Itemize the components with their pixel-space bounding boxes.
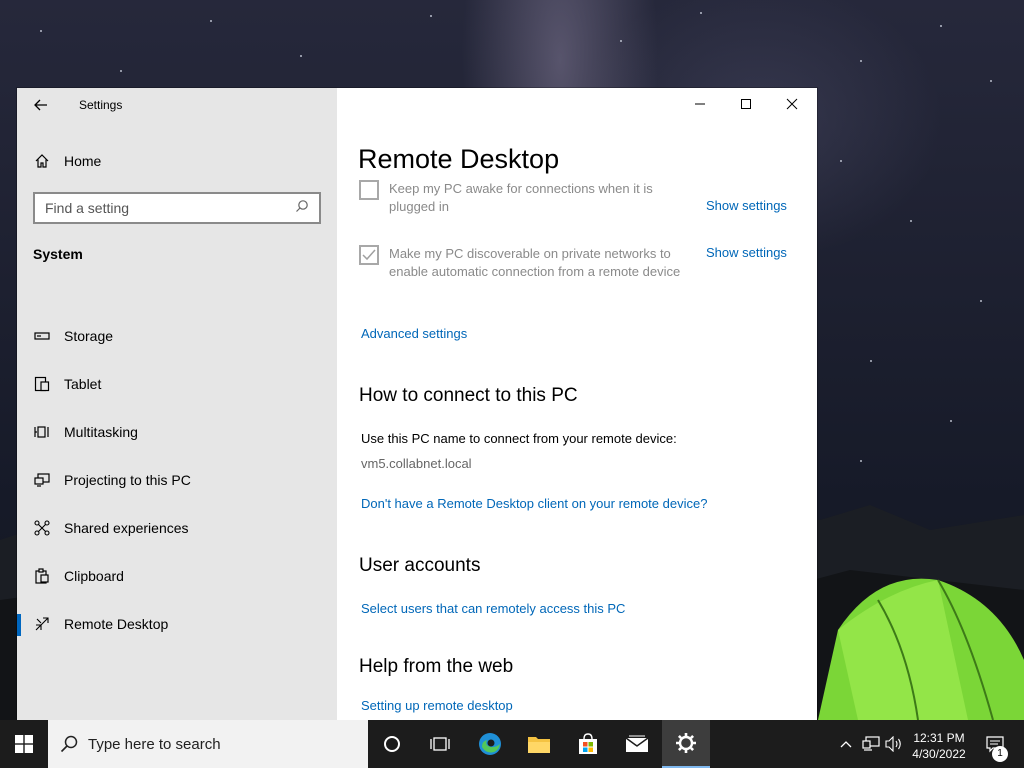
search-input[interactable] [45,200,295,216]
file-explorer-button[interactable] [515,720,563,768]
tablet-icon [33,375,51,393]
sidebar-item-label: Projecting to this PC [64,472,191,488]
connect-heading: How to connect to this PC [359,385,578,406]
pc-name: vm5.collabnet.local [361,456,472,471]
help-heading: Help from the web [359,656,514,677]
sidebar-item-clipboard[interactable]: Clipboard [17,552,337,600]
home-icon [33,152,51,170]
setting-description: Make my PC discoverable on private netwo… [389,246,681,279]
system-clock[interactable]: 12:31 PM 4/30/2022 [905,730,973,762]
back-arrow-icon [34,99,47,111]
connect-instruction: Use this PC name to connect from your re… [361,431,677,446]
clock-time: 12:31 PM [913,731,965,745]
minimize-icon [695,103,705,105]
sidebar-item-label: Storage [64,328,114,344]
advanced-settings-link[interactable]: Advanced settings [361,326,467,341]
sidebar-item-label: Home [64,153,102,169]
tent-image [818,578,1024,720]
page-title: Remote Desktop [358,144,560,174]
show-settings-link-1[interactable]: Show settings [706,198,787,213]
keep-awake-checkbox[interactable] [359,180,379,200]
settings-taskbar-button[interactable] [662,720,710,768]
mail-button[interactable] [613,720,661,768]
sidebar-item-tablet[interactable]: Tablet [17,360,337,408]
shared-experiences-icon [33,519,51,537]
folder-icon [528,737,550,753]
show-settings-link-2[interactable]: Show settings [706,245,787,260]
multitasking-icon [33,423,51,441]
task-view-icon [430,737,450,751]
storage-icon [33,327,51,345]
cortana-button[interactable] [368,720,416,768]
clock-date: 4/30/2022 [912,747,966,761]
windows-logo-icon [15,735,33,753]
network-icon[interactable] [861,734,881,754]
client-link[interactable]: Don't have a Remote Desktop client on yo… [361,496,707,511]
close-button[interactable] [769,88,815,120]
sidebar-item-multitasking[interactable]: Multitasking [17,408,337,456]
sidebar-item-label: Tablet [64,376,102,392]
projecting-icon [33,471,51,489]
show-hidden-icons-chevron-icon[interactable] [836,734,856,754]
setting-description: Keep my PC awake for connections when it… [389,181,653,214]
main-content: Remote Desktop Keep my PC awake for conn… [337,88,817,720]
sidebar-item-storage[interactable]: Storage [17,312,337,360]
sidebar: Settings Home System Storage [17,88,337,720]
taskbar-search-box[interactable]: Type here to search [48,720,368,768]
volume-icon[interactable] [884,734,904,754]
setting-up-remote-desktop-link[interactable]: Setting up remote desktop [361,698,513,713]
maximize-icon [741,99,751,109]
sidebar-item-remote-desktop[interactable]: Remote Desktop [17,600,337,648]
minimize-button[interactable] [677,88,723,120]
setting-discoverable: Make my PC discoverable on private netwo… [359,245,799,305]
sidebar-item-label: Remote Desktop [64,616,169,632]
store-button[interactable] [564,720,612,768]
select-users-link[interactable]: Select users that can remotely access th… [361,601,625,616]
find-setting-search[interactable] [33,192,321,224]
sidebar-item-label: Shared experiences [64,520,189,536]
user-accounts-heading: User accounts [359,555,481,576]
sidebar-item-projecting[interactable]: Projecting to this PC [17,456,337,504]
section-title: System [33,246,83,262]
search-icon [295,199,309,218]
clipboard-icon [33,567,51,585]
search-icon [60,735,78,753]
window-title: Settings [79,98,123,112]
cortana-icon [384,736,400,752]
taskbar: Type here to search 12:31 PM 4/30/2022 1 [0,720,1024,768]
setting-keep-awake: Keep my PC awake for connections when it… [359,180,799,220]
start-button[interactable] [0,720,48,768]
sidebar-nav: Storage Tablet Multitasking Projecting t… [17,312,337,648]
mail-icon [625,735,649,752]
close-icon [786,98,798,110]
task-view-button[interactable] [416,720,464,768]
notification-count-badge: 1 [992,746,1008,762]
edge-button[interactable] [466,720,514,768]
remote-desktop-icon [33,615,51,633]
back-button[interactable] [29,94,53,116]
settings-window: Settings Home System Storage [17,88,817,720]
sidebar-item-home[interactable]: Home [33,148,101,174]
edge-icon [479,733,501,755]
sidebar-item-shared-experiences[interactable]: Shared experiences [17,504,337,552]
taskbar-search-placeholder: Type here to search [88,735,221,753]
sidebar-item-label: Clipboard [64,568,124,584]
maximize-button[interactable] [723,88,769,120]
store-icon [579,733,597,754]
gear-icon [676,733,696,753]
discoverable-checkbox[interactable] [359,245,379,265]
sidebar-item-label: Multitasking [64,424,138,440]
checkmark-icon [362,249,376,261]
